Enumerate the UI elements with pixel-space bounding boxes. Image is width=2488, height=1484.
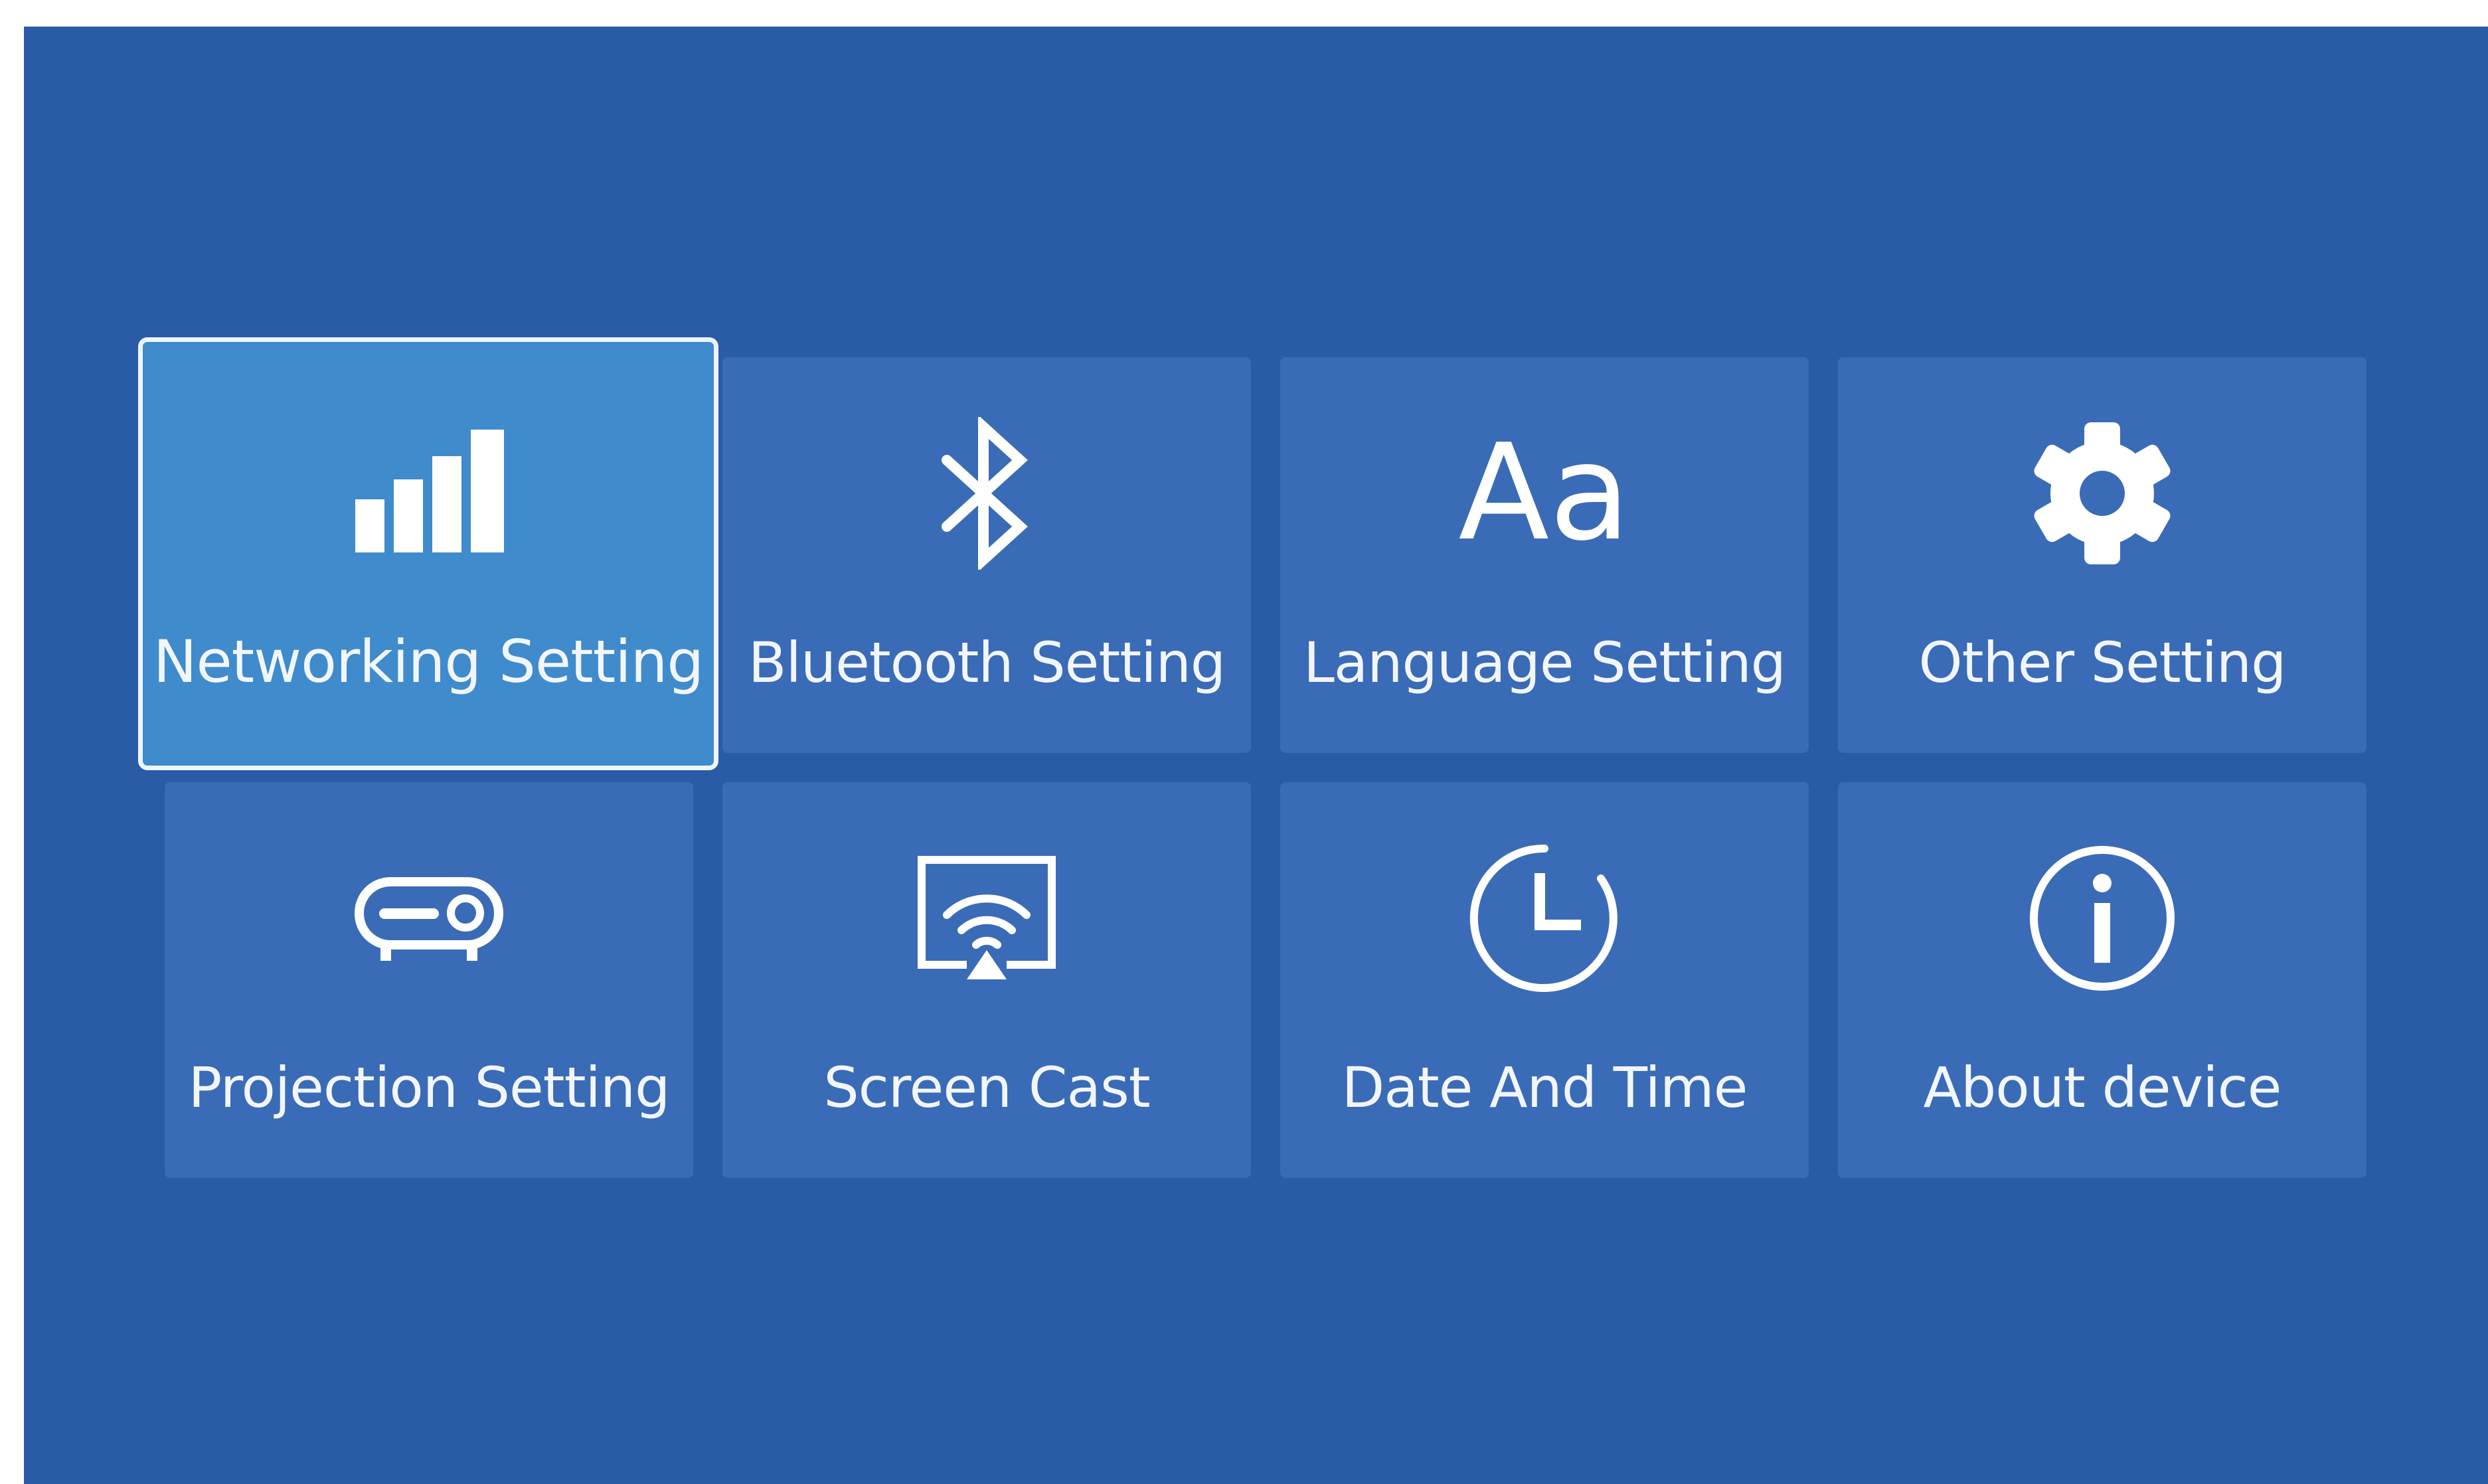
tile-label: Other Setting: [1918, 630, 2287, 695]
bluetooth-icon: [900, 417, 1073, 570]
info-icon: [2016, 842, 2189, 995]
screen-cast-icon: [900, 842, 1073, 995]
tile-other-setting[interactable]: Other Setting: [1838, 357, 2366, 753]
tile-label: Date And Time: [1341, 1055, 1748, 1120]
tile-label: Screen Cast: [823, 1055, 1150, 1120]
clock-icon: [1458, 842, 1631, 995]
language-aa-icon: Aa: [1458, 417, 1631, 570]
tile-screen-cast[interactable]: Screen Cast: [722, 782, 1251, 1178]
tile-about-device[interactable]: About device: [1838, 782, 2366, 1178]
language-aa-glyph: Aa: [1458, 416, 1631, 570]
tile-networking-setting[interactable]: Networking Setting: [138, 337, 718, 770]
tile-projection-setting[interactable]: Projection Setting: [165, 782, 693, 1178]
settings-screen: Networking Setting Bluetooth Setting Aa …: [24, 27, 2488, 1484]
tile-language-setting[interactable]: Aa Language Setting: [1280, 357, 1809, 753]
tile-date-and-time[interactable]: Date And Time: [1280, 782, 1809, 1178]
tile-label: Language Setting: [1303, 630, 1786, 695]
signal-bars-icon: [342, 416, 515, 569]
projector-icon: [343, 842, 515, 995]
gear-icon: [2016, 417, 2189, 570]
tile-label: Networking Setting: [153, 627, 705, 696]
tile-label: Bluetooth Setting: [748, 630, 1226, 695]
tile-label: Projection Setting: [188, 1055, 671, 1120]
tile-bluetooth-setting[interactable]: Bluetooth Setting: [722, 357, 1251, 753]
tile-label: About device: [1923, 1055, 2282, 1120]
